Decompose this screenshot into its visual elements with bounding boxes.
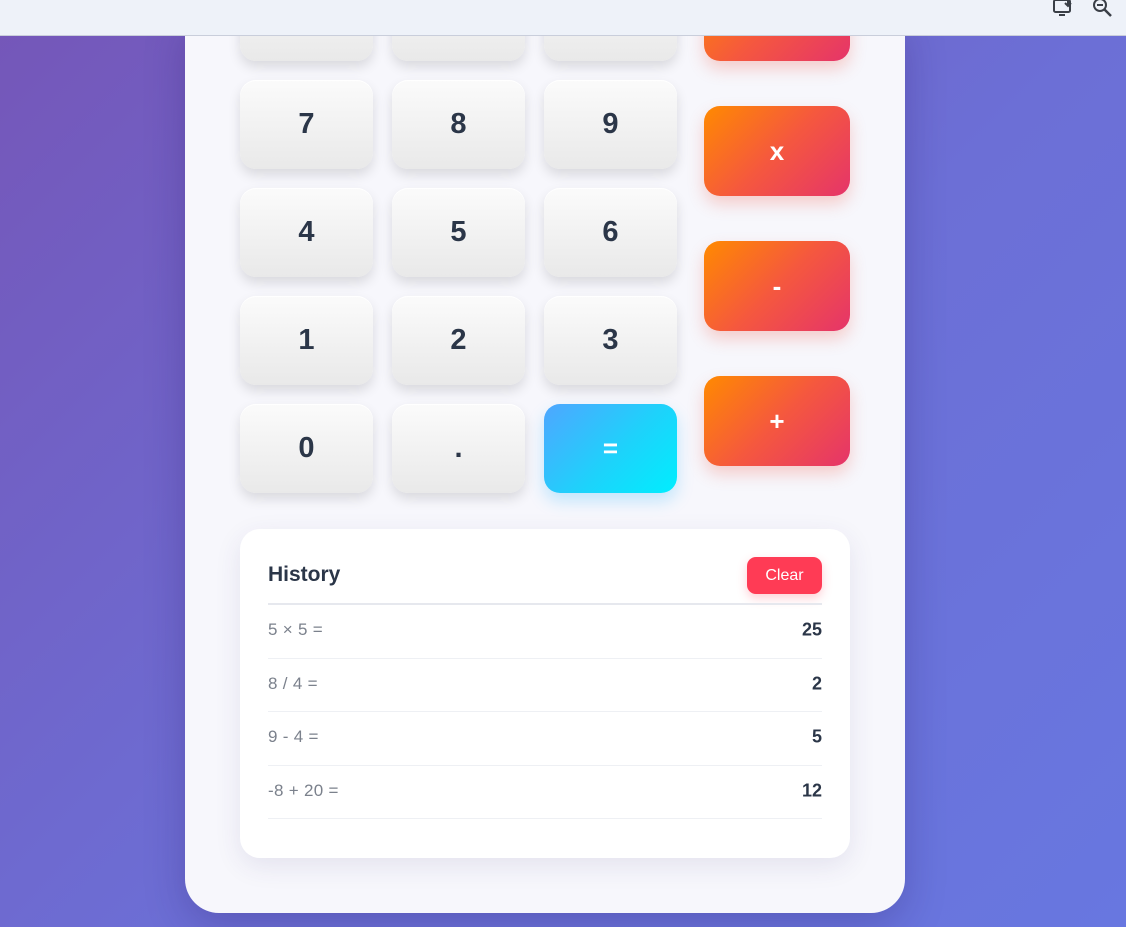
equals-button[interactable]: = [544, 404, 677, 493]
history-list: 5 × 5 = 25 8 / 4 = 2 9 - 4 = 5 -8 + 20 =… [268, 605, 822, 819]
zoom-out-icon[interactable] [1092, 0, 1114, 20]
history-expression: -8 + 20 = [268, 780, 339, 800]
history-title: History [268, 563, 341, 586]
subtract-button[interactable]: - [704, 241, 850, 331]
digit-6-button[interactable]: 6 [544, 188, 677, 277]
history-result: 5 [811, 726, 822, 747]
browser-toolbar [0, 0, 1126, 36]
history-entry[interactable]: 5 × 5 = 25 [268, 605, 822, 659]
digit-0-button[interactable]: 0 [240, 404, 373, 493]
digit-3-button[interactable]: 3 [544, 296, 677, 385]
install-app-icon[interactable] [1052, 0, 1074, 20]
digit-7-button[interactable]: 7 [240, 80, 373, 169]
history-entry[interactable]: 9 - 4 = 5 [268, 712, 822, 766]
clear-history-button[interactable]: Clear [747, 557, 822, 594]
digit-1-button[interactable]: 1 [240, 296, 373, 385]
digit-4-button[interactable]: 4 [240, 188, 373, 277]
history-result: 2 [811, 673, 822, 693]
multiply-button[interactable]: x [704, 106, 850, 196]
history-expression: 9 - 4 = [268, 727, 319, 746]
history-result: 12 [801, 780, 822, 800]
decimal-point-button[interactable]: . [392, 404, 525, 493]
history-entry[interactable]: -8 + 20 = 12 [268, 766, 822, 819]
history-expression: 8 / 4 = [268, 673, 318, 693]
history-expression: 5 × 5 = [268, 620, 324, 639]
digit-5-button[interactable]: 5 [392, 188, 525, 277]
history-entry[interactable]: 8 / 4 = 2 [268, 659, 822, 712]
digit-2-button[interactable]: 2 [392, 296, 525, 385]
add-button[interactable]: + [704, 376, 850, 466]
history-result: 25 [801, 619, 822, 640]
history-panel: History Clear 5 × 5 = 25 8 / 4 = 2 9 - 4… [240, 529, 850, 858]
digit-8-button[interactable]: 8 [392, 80, 525, 169]
digit-9-button[interactable]: 9 [544, 80, 677, 169]
